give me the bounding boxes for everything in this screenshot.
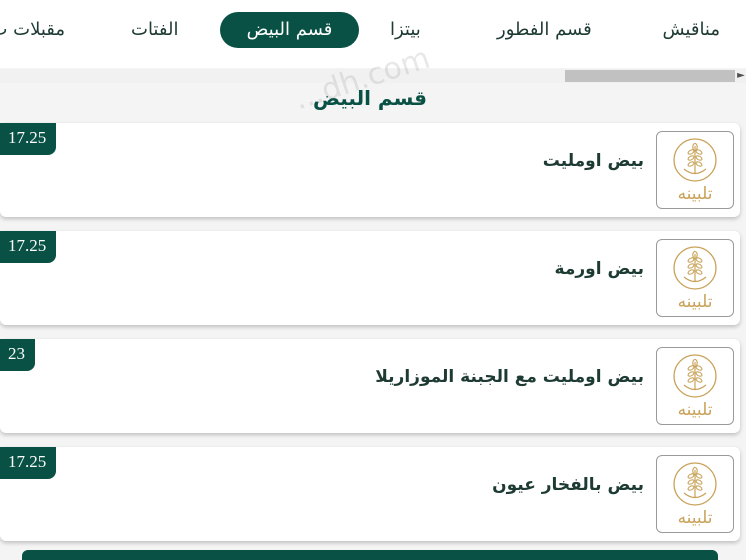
item-name: بيض اومليت مع الجبنة الموزاريلا [375,367,644,387]
menu-item-card[interactable]: 17.25 بيض بالفخار عيون تلبينه [0,447,740,541]
price-badge: 17.25 [0,447,57,479]
item-name: بيض بالفخار عيون [492,475,644,495]
scroll-right-arrow-icon[interactable]: ► [736,69,746,83]
brand-logo-text: تلبينه [677,508,713,528]
tab-breakfast[interactable]: قسم الفطور [497,12,592,48]
next-item-card-edge [22,550,718,560]
item-name: بيض اومليت [542,151,644,171]
brand-logo: تلبينه [656,455,734,533]
menu-item-card[interactable]: 17.25 بيض اومليت تلبينه [0,123,740,217]
tab-appetizers[interactable]: مقبلات ب [0,12,65,48]
menu-item-card[interactable]: 23 بيض اومليت مع الجبنة الموزاريلا تلبين… [0,339,740,433]
tab-pizza[interactable]: بيتزا [390,12,421,48]
tab-fatteh[interactable]: الفتات [131,12,178,48]
horizontal-scrollbar[interactable]: ► [0,69,746,83]
menu-item-card[interactable]: 17.25 بيض اورمة تلبينه [0,231,740,325]
price-badge: 17.25 [0,123,57,155]
section-title: قسم البيض [312,86,428,110]
brand-logo-text: تلبينه [677,184,713,204]
tab-manakish[interactable]: مناقيش [662,12,720,48]
brand-logo: تلبينه [656,239,734,317]
brand-logo: تلبينه [656,131,734,209]
scrollbar-thumb[interactable] [565,70,735,82]
category-nav: مناقيش قسم الفطور بيتزا قسم البيض الفتات… [0,0,746,68]
brand-logo-text: تلبينه [677,292,713,312]
tab-eggs[interactable]: قسم البيض [220,12,359,48]
price-badge: 17.25 [0,231,57,263]
price-badge: 23 [0,339,35,371]
item-name: بيض اورمة [554,259,644,279]
brand-logo: تلبينه [656,347,734,425]
brand-logo-text: تلبينه [677,400,713,420]
